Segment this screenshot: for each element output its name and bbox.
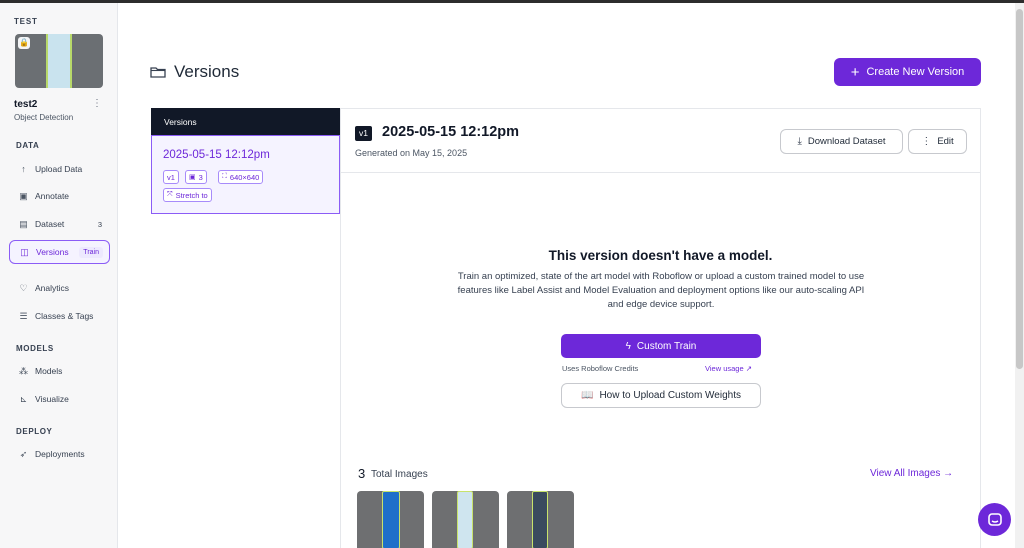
- bottle-object: [532, 491, 548, 548]
- rocket-icon: ➶: [19, 448, 28, 459]
- page-title: Versions: [174, 62, 240, 81]
- dataset-icon: ▤: [19, 218, 28, 229]
- image-size-chip: ⛶ 640×640: [218, 170, 264, 184]
- total-images-count: 3: [358, 466, 366, 481]
- sidebar-item-label: Annotate: [35, 191, 70, 201]
- sidebar-item-label: Classes & Tags: [35, 311, 94, 321]
- total-images-label: Total Images: [371, 469, 428, 480]
- version-list-item-title: 2025-05-15 12:12pm: [163, 149, 270, 161]
- dataset-count: 3: [97, 219, 102, 229]
- sidebar-item-analytics[interactable]: ♡ Analytics: [9, 276, 110, 300]
- upload-icon: ↑: [21, 164, 26, 174]
- download-icon: ⤓: [797, 136, 802, 147]
- sidebar-item-models[interactable]: ⁂ Models: [9, 359, 110, 383]
- sidebar-item-label: Dataset: [35, 219, 65, 229]
- sidebar: TEST 🔒 test2 ⋮ Object Detection DATA ↑ U…: [0, 3, 118, 548]
- sidebar-item-label: Deployments: [35, 449, 85, 459]
- sidebar-item-classes-tags[interactable]: ☰ Classes & Tags: [9, 304, 110, 328]
- visualize-icon: ⊾: [19, 393, 28, 404]
- stretch-icon: ⤧: [167, 191, 173, 198]
- view-all-images-link[interactable]: View All Images →: [870, 468, 953, 479]
- version-badge: v1: [355, 126, 372, 141]
- create-new-version-label: Create New Version: [866, 66, 965, 78]
- window-top-border: [0, 0, 1024, 3]
- analytics-icon: ♡: [19, 282, 28, 293]
- download-dataset-button[interactable]: ⤓ Download Dataset: [780, 129, 903, 154]
- image-icon: ▣: [189, 174, 196, 181]
- edit-button[interactable]: ⋮ Edit: [908, 129, 967, 154]
- project-name: test2: [14, 99, 38, 110]
- preprocess-chip: ⤧ Stretch to: [163, 188, 212, 202]
- project-menu-icon[interactable]: ⋮: [92, 98, 102, 109]
- sidebar-item-upload-data[interactable]: ↑ Upload Data: [9, 157, 110, 181]
- folder-icon: [150, 66, 166, 78]
- credits-note: Uses Roboflow Credits: [562, 364, 639, 373]
- bottle-object: [382, 491, 400, 548]
- image-thumbnail[interactable]: [507, 491, 574, 548]
- scrollbar-thumb[interactable]: [1016, 9, 1023, 369]
- image-thumbnail[interactable]: [357, 491, 424, 548]
- resize-icon: ⛶: [222, 173, 227, 180]
- sidebar-item-label: Analytics: [35, 283, 70, 293]
- bottle-object: [457, 491, 473, 548]
- train-badge: Train: [79, 246, 103, 258]
- no-model-description: Train an optimized, state of the art mod…: [457, 271, 865, 310]
- lightning-icon: ϟ: [625, 340, 631, 352]
- version-generated-date: Generated on May 15, 2025: [355, 148, 468, 158]
- more-vertical-icon: ⋮: [921, 136, 932, 147]
- versions-list: Versions 2025-05-15 12:12pm v1 ▣ 3 ⛶ 640…: [151, 108, 340, 214]
- sidebar-item-dataset[interactable]: ▤ Dataset 3: [9, 212, 110, 236]
- scrollbar[interactable]: [1015, 3, 1024, 548]
- section-label-models: MODELS: [16, 344, 54, 353]
- no-model-title: This version doesn't have a model.: [548, 248, 773, 263]
- sidebar-item-label: Upload Data: [35, 164, 83, 174]
- sidebar-item-versions[interactable]: ◫ Versions Train: [9, 240, 110, 264]
- version-detail-panel: v1 2025-05-15 12:12pm Generated on May 1…: [340, 108, 981, 548]
- sidebar-item-visualize[interactable]: ⊾ Visualize: [9, 387, 110, 411]
- section-label-data: DATA: [16, 141, 40, 150]
- upload-custom-weights-button[interactable]: 📖 How to Upload Custom Weights: [561, 383, 761, 408]
- sidebar-item-label: Visualize: [35, 394, 69, 404]
- project-thumbnail-object: [46, 34, 72, 88]
- image-count-chip: ▣ 3: [185, 170, 207, 184]
- section-label-deploy: DEPLOY: [16, 427, 53, 436]
- sidebar-item-deployments[interactable]: ➶ Deployments: [9, 442, 110, 466]
- book-icon: 📖: [581, 390, 594, 401]
- chat-icon: [987, 512, 1002, 526]
- sidebar-item-label: Models: [35, 366, 63, 376]
- sidebar-item-annotate[interactable]: ▣ Annotate: [9, 184, 110, 208]
- versions-icon: ◫: [20, 246, 29, 257]
- project-type: Object Detection: [14, 113, 74, 122]
- version-list-item[interactable]: 2025-05-15 12:12pm v1 ▣ 3 ⛶ 640×640 ⤧ St…: [151, 135, 340, 214]
- image-thumbnail[interactable]: [432, 491, 499, 548]
- custom-train-button[interactable]: ϟ Custom Train: [561, 334, 761, 358]
- project-thumbnail[interactable]: 🔒: [15, 34, 103, 88]
- view-usage-link[interactable]: View usage ↗: [705, 364, 752, 373]
- models-icon: ⁂: [19, 365, 28, 376]
- chat-support-button[interactable]: [978, 503, 1011, 536]
- version-chip: v1: [163, 170, 179, 184]
- lock-icon: 🔒: [18, 37, 30, 49]
- sidebar-item-label: Versions: [36, 247, 69, 257]
- plus-icon: +: [850, 63, 860, 81]
- classes-icon: ☰: [19, 310, 28, 321]
- annotate-icon: ▣: [19, 190, 28, 201]
- workspace-label: TEST: [14, 17, 38, 26]
- version-title: 2025-05-15 12:12pm: [382, 124, 520, 140]
- create-new-version-button[interactable]: + Create New Version: [834, 58, 981, 86]
- versions-list-header: Versions: [151, 108, 340, 135]
- page-header: Versions: [150, 62, 239, 82]
- version-detail-header: v1 2025-05-15 12:12pm Generated on May 1…: [341, 109, 980, 173]
